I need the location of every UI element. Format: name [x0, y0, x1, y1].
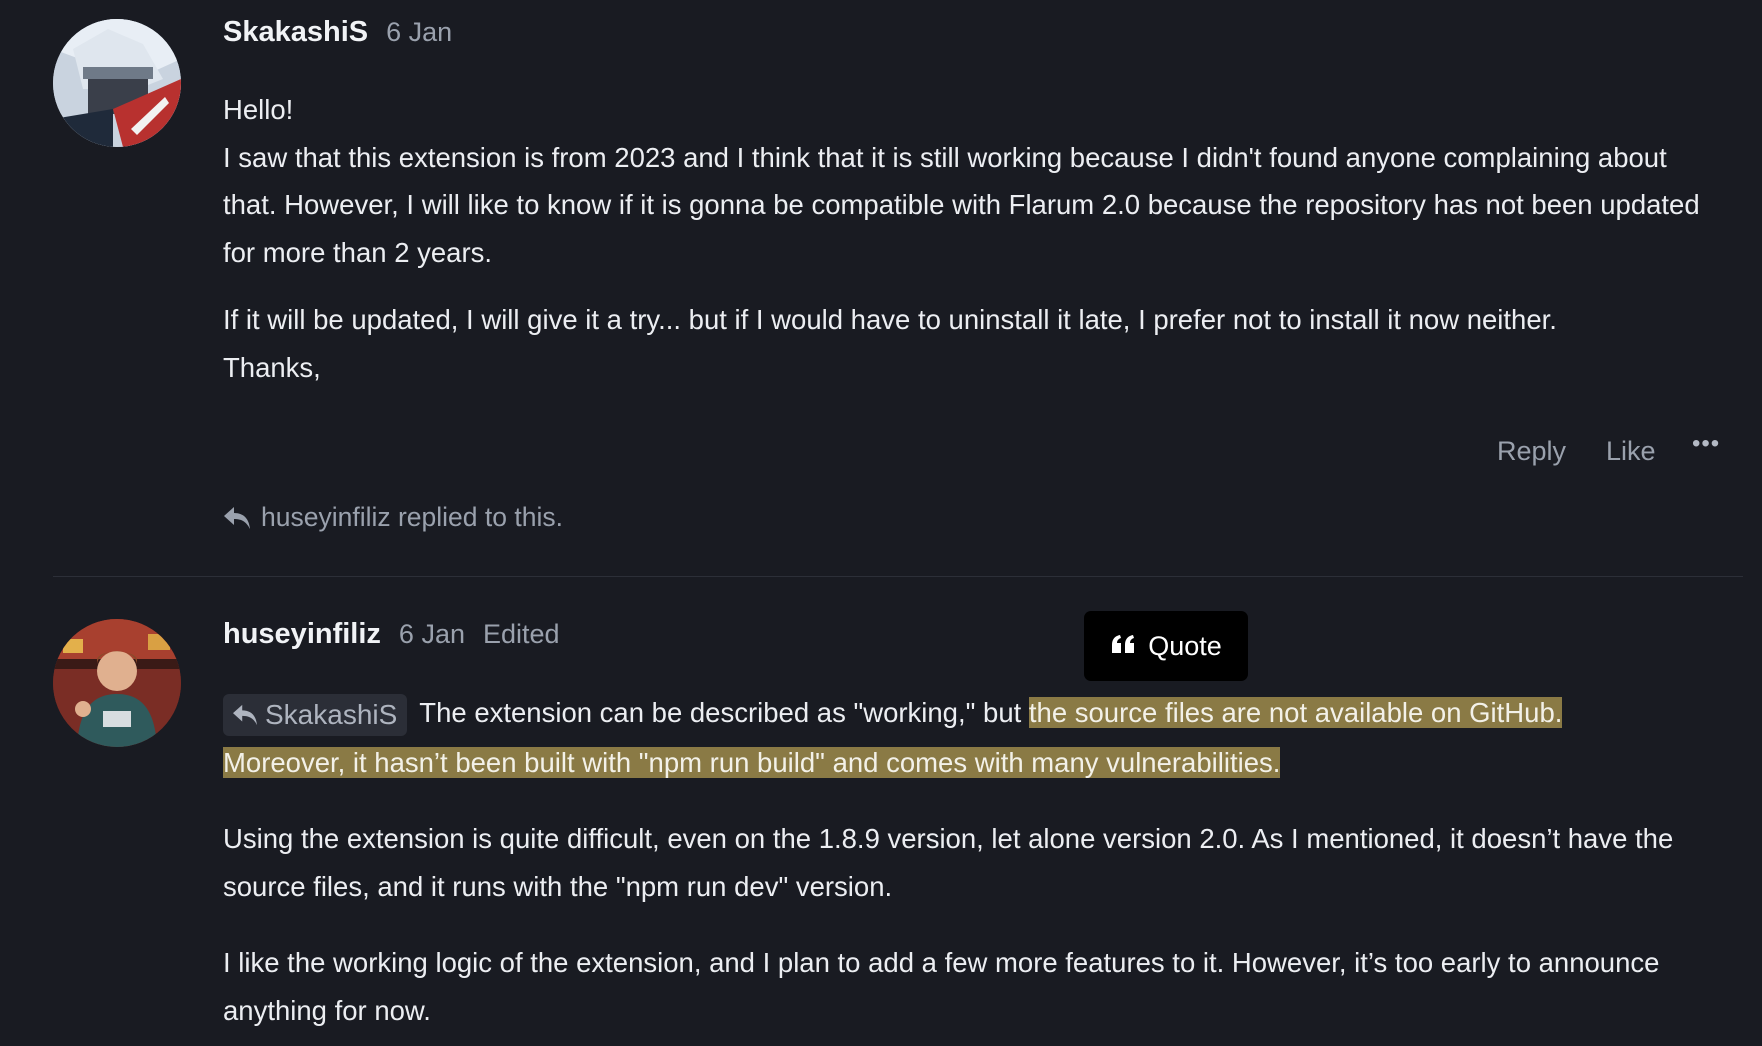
post-date[interactable]: 6 Jan [386, 17, 452, 47]
reply-arrow-icon [233, 704, 257, 725]
post-text: The extension can be described as "worki… [419, 697, 1029, 728]
like-button[interactable]: Like [1606, 436, 1656, 467]
more-options-button[interactable]: ••• [1692, 430, 1720, 458]
quote-icon [1112, 635, 1135, 653]
replied-notice-text: huseyinfiliz replied to this. [261, 502, 563, 532]
post-date[interactable]: 6 Jan [399, 619, 465, 649]
post-header: huseyinfiliz 6 Jan Edited [223, 618, 560, 651]
reply-arrow-icon [224, 506, 250, 529]
post-header: SkakashiS 6 Jan [223, 16, 452, 49]
post-paragraph: SkakashiS The extension can be described… [223, 688, 1723, 788]
post-paragraph: Using the extension is quite difficult, … [223, 823, 1674, 902]
post-divider [53, 576, 1743, 577]
post-paragraph-line: Thanks, [223, 351, 321, 383]
mention-username: SkakashiS [265, 698, 398, 730]
post-paragraph-line: If it will be updated, I will give it a … [223, 304, 1557, 335]
highlighted-text: Moreover, it hasn’t been built with "npm… [223, 747, 1281, 778]
avatar[interactable] [53, 19, 181, 147]
username[interactable]: huseyinfiliz [223, 618, 381, 650]
post-paragraph: If it will be updated, I will give it a … [223, 296, 1723, 391]
post-body: Hello! I saw that this extension is from… [223, 86, 1723, 391]
quote-label: Quote [1148, 630, 1222, 661]
post-paragraph: I saw that this extension is from 2023 a… [223, 141, 1700, 268]
post-paragraph: I like the working logic of the extensio… [223, 947, 1660, 1026]
replied-notice[interactable]: huseyinfiliz replied to this. [223, 502, 563, 533]
post-paragraph: Hello! [223, 94, 294, 125]
username[interactable]: SkakashiS [223, 16, 368, 48]
highlighted-text: the source files are not available on Gi… [1028, 697, 1563, 728]
post-body-continued: Using the extension is quite difficult, … [223, 815, 1723, 1034]
quote-button[interactable]: Quote [1084, 611, 1248, 681]
post-body: SkakashiS The extension can be described… [223, 688, 1723, 788]
reply-button[interactable]: Reply [1497, 436, 1566, 467]
avatar[interactable] [53, 619, 181, 747]
mention-link[interactable]: SkakashiS [223, 693, 408, 736]
avatar-image [53, 19, 181, 147]
edited-label[interactable]: Edited [483, 619, 560, 649]
avatar-image [53, 619, 181, 747]
